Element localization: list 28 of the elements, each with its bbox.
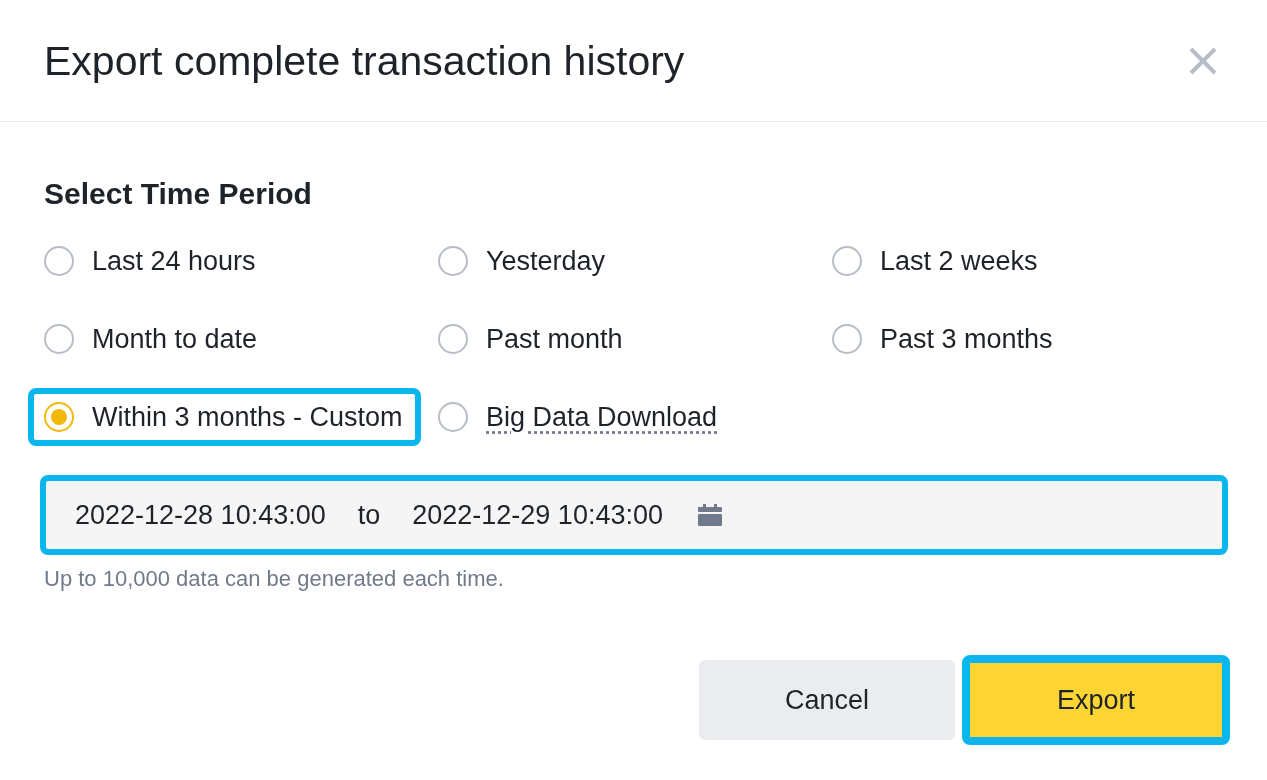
radio-icon[interactable] (438, 246, 468, 276)
dialog-title: Export complete transaction history (44, 36, 685, 85)
radio-option[interactable]: Past 3 months (816, 310, 1071, 368)
range-separator: to (357, 499, 381, 531)
radio-option[interactable]: Last 2 weeks (816, 232, 1056, 290)
radio-option[interactable]: Yesterday (422, 232, 624, 290)
date-range-field[interactable]: 2022-12-28 10:43:00 to 2022-12-29 10:43:00 (40, 475, 1228, 555)
hint-text: Up to 10,000 data can be generated each time. (44, 565, 504, 593)
calendar-icon[interactable] (697, 504, 722, 526)
radio-icon[interactable] (832, 324, 862, 354)
radio-icon[interactable] (438, 324, 468, 354)
radio-icon[interactable] (832, 246, 862, 276)
section-title: Select Time Period (44, 176, 312, 212)
cancel-button[interactable]: Cancel (699, 660, 955, 740)
radio-icon[interactable] (438, 402, 468, 432)
radio-option[interactable]: Within 3 months - Custom (28, 388, 421, 446)
radio-icon[interactable] (44, 402, 74, 432)
radio-option[interactable]: Big Data Download (422, 388, 736, 446)
radio-option[interactable]: Last 24 hours (28, 232, 274, 290)
radio-option[interactable]: Month to date (28, 310, 276, 368)
close-icon[interactable] (1189, 46, 1217, 75)
export-button[interactable]: Export (962, 655, 1230, 745)
radio-icon[interactable] (44, 246, 74, 276)
radio-icon[interactable] (44, 324, 74, 354)
end-date-value: 2022-12-29 10:43:00 (412, 499, 663, 531)
option-link[interactable]: Big Data Download (486, 401, 718, 433)
start-date-value: 2022-12-28 10:43:00 (75, 499, 326, 531)
radio-option[interactable]: Past month (422, 310, 641, 368)
